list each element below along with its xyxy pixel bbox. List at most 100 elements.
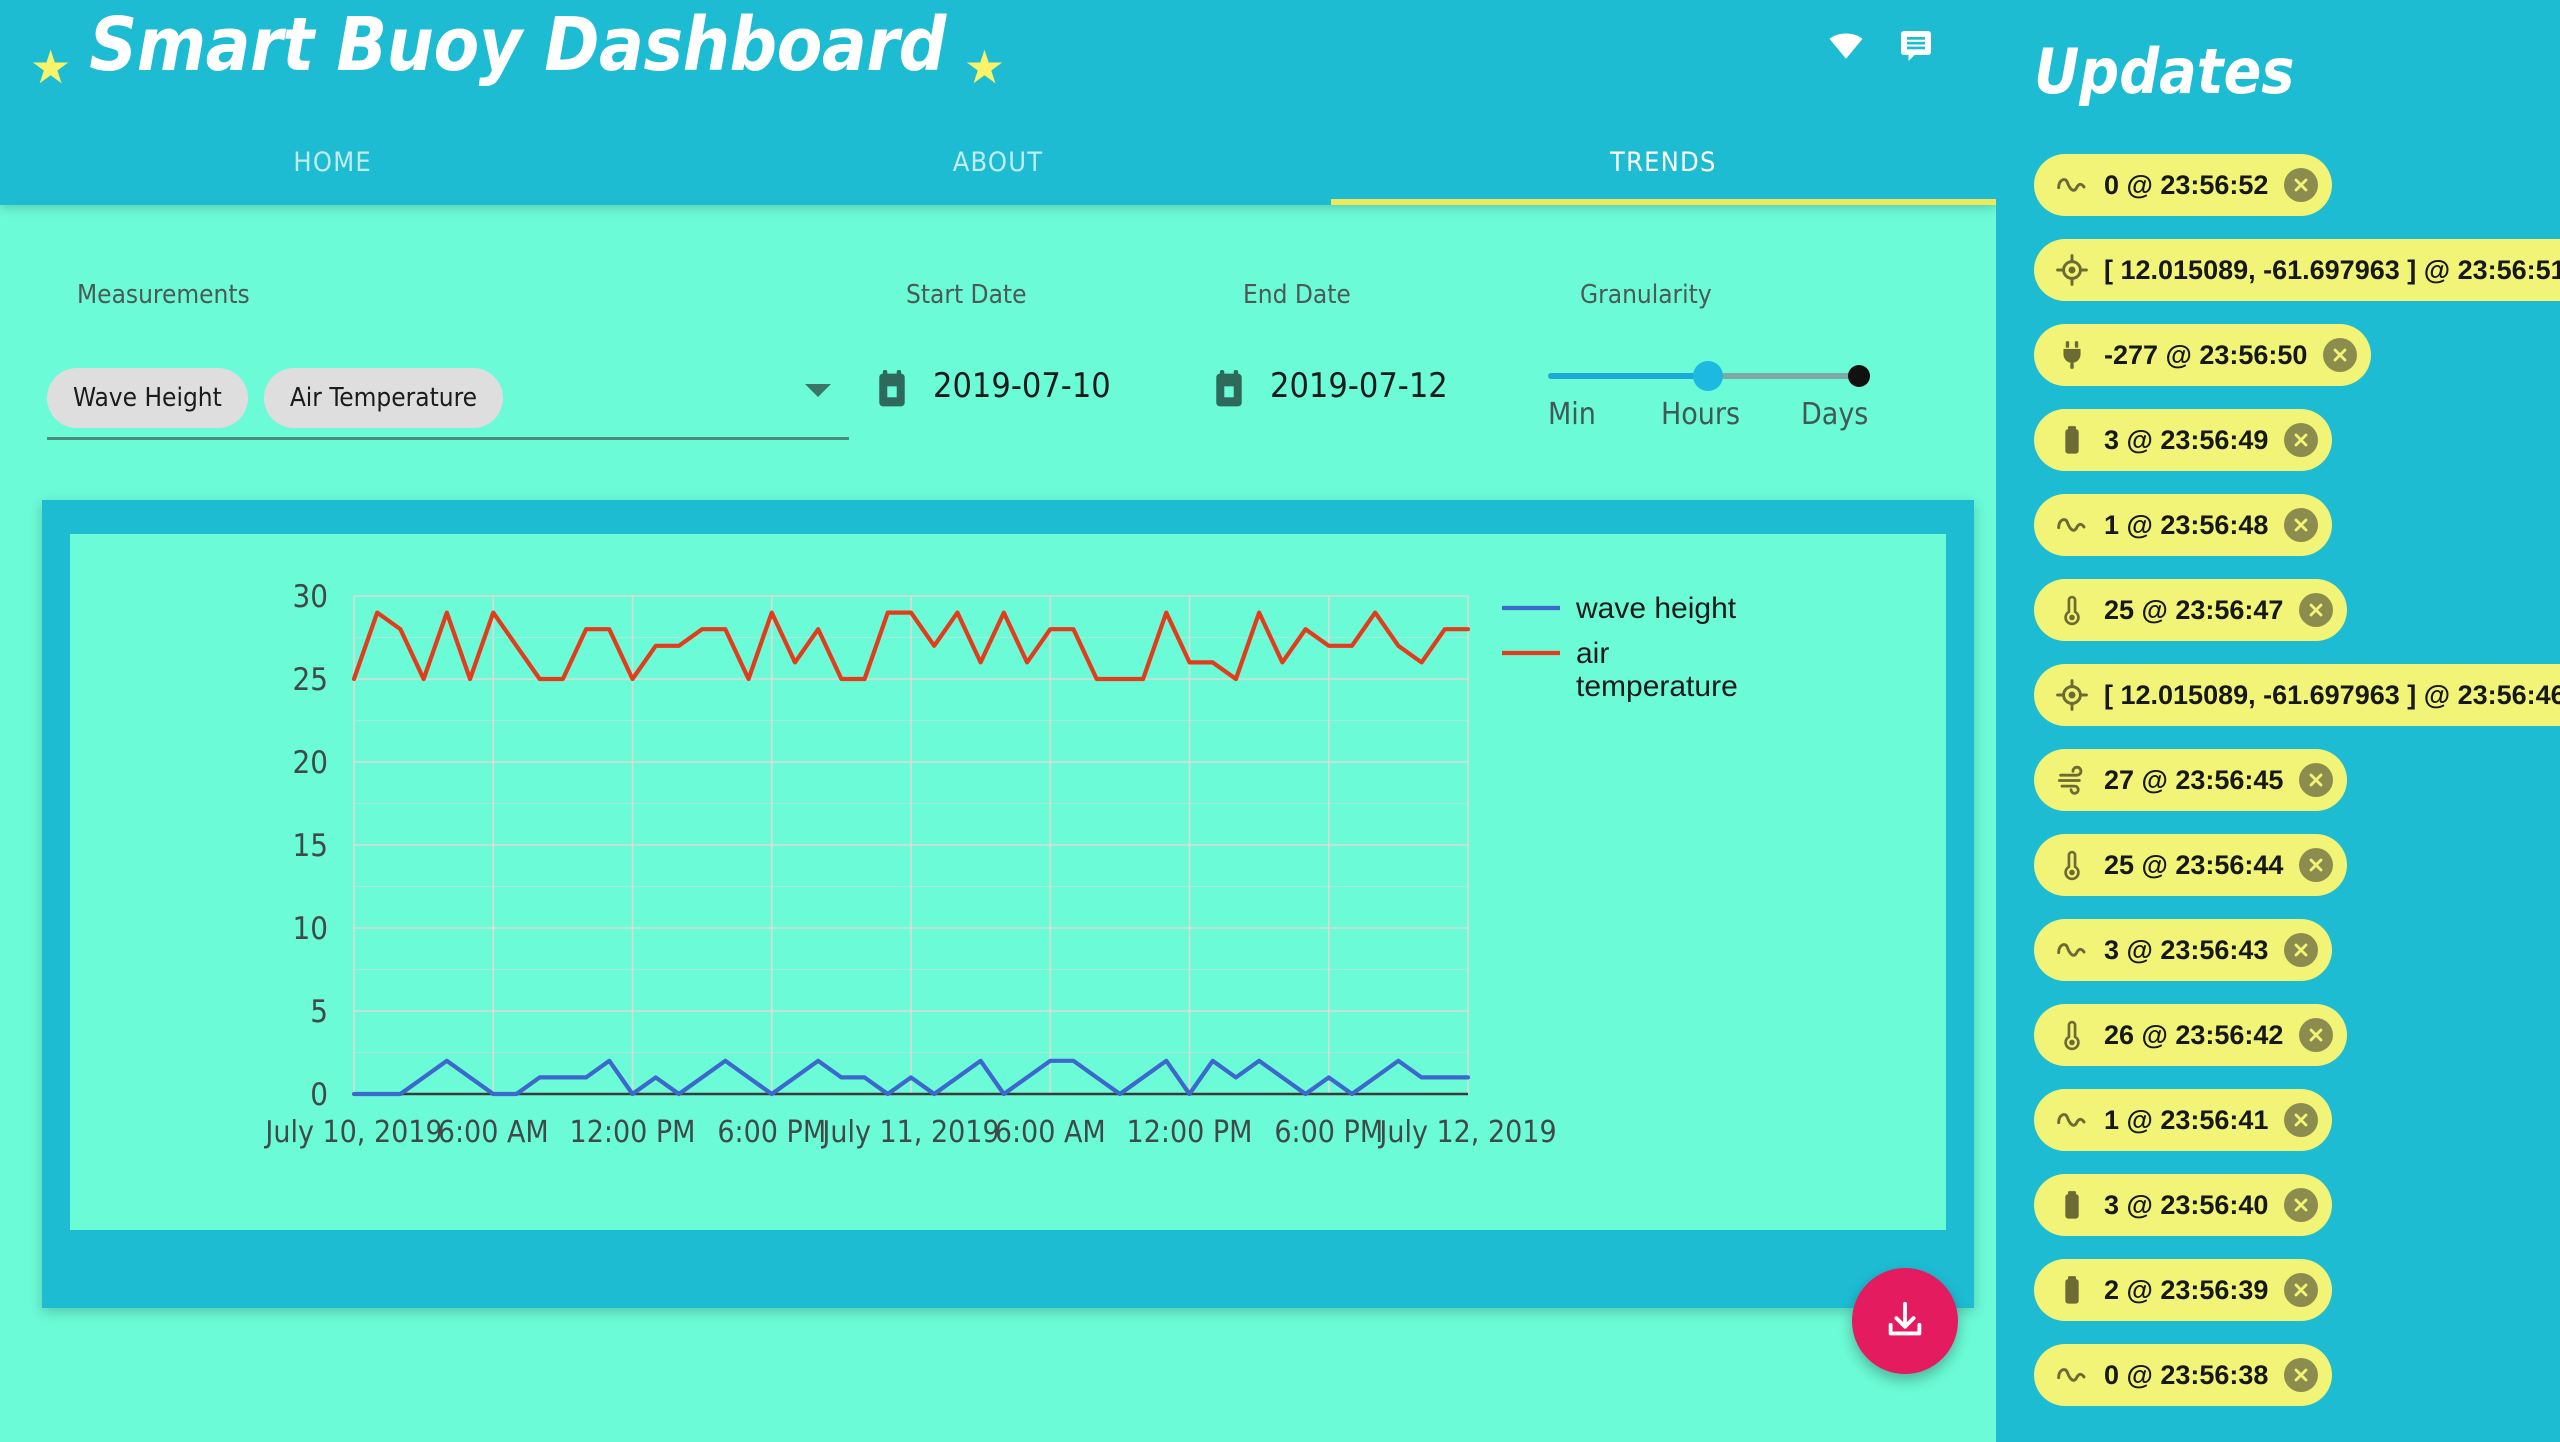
download-button[interactable]	[1852, 1268, 1958, 1374]
update-chip-text: 3 @ 23:56:43	[2104, 935, 2268, 966]
updates-title: Updates	[2034, 35, 2560, 108]
close-icon[interactable]	[2284, 1103, 2318, 1137]
dashboard-page: ★ Smart Buoy Dashboard ★	[0, 0, 2560, 1442]
close-icon[interactable]	[2284, 1358, 2318, 1392]
y-tick-label: 5	[310, 994, 328, 1030]
download-icon	[1882, 1298, 1928, 1344]
thermometer-icon	[2056, 1018, 2088, 1052]
end-date-field[interactable]: 2019-07-12	[1212, 360, 1542, 438]
update-chip-text: 2 @ 23:56:39	[2104, 1275, 2268, 1306]
update-chip-text: [ 12.015089, -61.697963 ] @ 23:56:51	[2104, 255, 2560, 286]
update-chip[interactable]: 1 @ 23:56:41	[2034, 1089, 2332, 1151]
update-chip[interactable]: 26 @ 23:56:42	[2034, 1004, 2347, 1066]
update-chip[interactable]: -277 @ 23:56:50	[2034, 324, 2371, 386]
tab-home[interactable]: HOME	[0, 120, 665, 205]
update-chip[interactable]: 3 @ 23:56:40	[2034, 1174, 2332, 1236]
update-chip[interactable]: 2 @ 23:56:39	[2034, 1259, 2332, 1321]
power-plug-icon	[2056, 338, 2088, 372]
x-tick-label: 6:00 AM	[995, 1115, 1106, 1150]
update-chip-text: 25 @ 23:56:47	[2104, 595, 2283, 626]
slider-tick-labels: Min Hours Days	[1548, 397, 1880, 437]
update-chip[interactable]: 0 @ 23:56:38	[2034, 1344, 2332, 1406]
measurement-chip-air-temperature[interactable]: Air Temperature	[264, 368, 503, 428]
thermometer-icon	[2056, 848, 2088, 882]
x-tick-label: July 11, 2019	[820, 1115, 999, 1150]
update-chip[interactable]: 25 @ 23:56:44	[2034, 834, 2347, 896]
close-icon[interactable]	[2323, 338, 2357, 372]
nav-tabs: HOME ABOUT TRENDS	[0, 120, 1996, 205]
update-chip-text: -277 @ 23:56:50	[2104, 340, 2307, 371]
close-icon[interactable]	[2284, 508, 2318, 542]
y-tick-label: 20	[293, 745, 328, 781]
star-icon-right: ★	[964, 44, 1005, 90]
update-chip-text: 26 @ 23:56:42	[2104, 1020, 2283, 1051]
wave-icon	[2056, 168, 2088, 202]
slider-tick-days[interactable]: Days	[1801, 397, 1868, 432]
close-icon[interactable]	[2299, 1018, 2333, 1052]
x-tick-label: 6:00 PM	[1274, 1115, 1383, 1150]
chevron-down-icon[interactable]	[805, 384, 831, 397]
close-icon[interactable]	[2284, 168, 2318, 202]
update-chip[interactable]: 3 @ 23:56:49	[2034, 409, 2332, 471]
slider-thumb[interactable]	[1693, 361, 1723, 391]
wave-icon	[2056, 1103, 2088, 1137]
legend-label: air	[1576, 637, 1609, 670]
gps-target-icon	[2056, 253, 2088, 287]
update-chip-text: 1 @ 23:56:48	[2104, 510, 2268, 541]
x-tick-label: 12:00 PM	[1127, 1115, 1253, 1150]
end-date-input-wrap[interactable]: 2019-07-12	[1266, 360, 1542, 412]
slider-fill	[1548, 373, 1708, 379]
wifi-icon[interactable]	[1824, 29, 1868, 63]
message-icon[interactable]	[1896, 28, 1936, 64]
slider-track[interactable]	[1548, 373, 1863, 379]
update-chip[interactable]: 3 @ 23:56:43	[2034, 919, 2332, 981]
main-content-column: ★ Smart Buoy Dashboard ★	[0, 0, 1996, 1442]
update-chip-text: 0 @ 23:56:38	[2104, 1360, 2268, 1391]
tab-about[interactable]: ABOUT	[665, 120, 1330, 205]
update-chip-text: 3 @ 23:56:40	[2104, 1190, 2268, 1221]
close-icon[interactable]	[2299, 593, 2333, 627]
update-chip[interactable]: 1 @ 23:56:48	[2034, 494, 2332, 556]
update-chip[interactable]: [ 12.015089, -61.697963 ] @ 23:56:51	[2034, 239, 2560, 301]
thermometer-icon	[2056, 593, 2088, 627]
end-date-input[interactable]: 2019-07-12	[1266, 366, 1448, 406]
calendar-icon-end[interactable]	[1212, 370, 1246, 415]
close-icon[interactable]	[2299, 763, 2333, 797]
update-chip-text: 0 @ 23:56:52	[2104, 170, 2268, 201]
calendar-icon-start[interactable]	[875, 370, 909, 415]
close-icon[interactable]	[2284, 423, 2318, 457]
update-chip[interactable]: [ 12.015089, -61.697963 ] @ 23:56:46	[2034, 664, 2560, 726]
update-chip[interactable]: 25 @ 23:56:47	[2034, 579, 2347, 641]
battery-icon	[2056, 1273, 2088, 1307]
start-date-input[interactable]: 2019-07-10	[929, 366, 1111, 406]
slider-tick-hours[interactable]: Hours	[1661, 397, 1740, 432]
close-icon[interactable]	[2299, 848, 2333, 882]
close-icon[interactable]	[2284, 1188, 2318, 1222]
granularity-label: Granularity	[1580, 280, 1712, 310]
legend-label: temperature	[1576, 670, 1738, 703]
star-icon-left: ★	[30, 44, 71, 90]
tab-trends[interactable]: TRENDS	[1331, 120, 1996, 205]
measurement-chip-wave-height[interactable]: Wave Height	[47, 368, 248, 428]
y-tick-label: 30	[293, 579, 328, 615]
granularity-slider[interactable]: Min Hours Days	[1548, 373, 1880, 437]
trends-line-chart[interactable]: 051015202530July 10, 20196:00 AM12:00 PM…	[70, 534, 1946, 1230]
x-tick-label: 6:00 AM	[438, 1115, 549, 1150]
update-chip-text: 1 @ 23:56:41	[2104, 1105, 2268, 1136]
measurements-select[interactable]: Wave Height Air Temperature	[47, 358, 849, 440]
wave-icon	[2056, 1358, 2088, 1392]
updates-list: 0 @ 23:56:52 [ 12.015089, -61.697963 ] @ …	[1996, 154, 2560, 1406]
start-date-input-wrap[interactable]: 2019-07-10	[929, 360, 1205, 412]
close-icon[interactable]	[2284, 933, 2318, 967]
update-chip[interactable]: 0 @ 23:56:52	[2034, 154, 2332, 216]
start-date-field[interactable]: 2019-07-10	[875, 360, 1205, 438]
slider-tick-min[interactable]: Min	[1548, 397, 1596, 432]
wave-icon	[2056, 933, 2088, 967]
chart-plot-container: 051015202530July 10, 20196:00 AM12:00 PM…	[70, 534, 1946, 1230]
start-date-label: Start Date	[906, 280, 1026, 310]
slider-end-tick[interactable]	[1848, 365, 1870, 387]
wave-icon	[2056, 508, 2088, 542]
close-icon[interactable]	[2284, 1273, 2318, 1307]
update-chip[interactable]: 27 @ 23:56:45	[2034, 749, 2347, 811]
y-tick-label: 25	[293, 662, 328, 698]
